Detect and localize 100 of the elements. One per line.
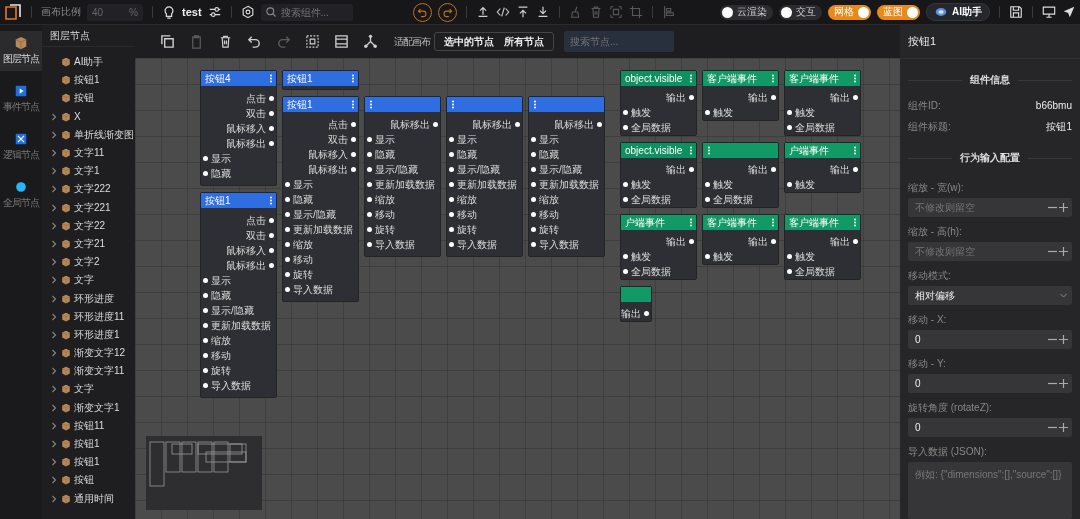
- tree-item[interactable]: 按钮: [42, 471, 135, 490]
- tree-item[interactable]: 环形进度: [42, 289, 135, 308]
- fit-option[interactable]: 选中的节点: [439, 34, 499, 49]
- graph-node[interactable]: 户端事件 输出 触发 全局数据: [620, 214, 697, 280]
- tree-item[interactable]: 渐变文字1: [42, 398, 135, 417]
- node-header[interactable]: 户端事件: [785, 143, 860, 158]
- port-label: 显示/隐藏: [457, 162, 500, 177]
- port-label: 输出: [666, 234, 686, 249]
- field-label: 导入数据 (JSON):: [908, 445, 988, 459]
- port-label: 输出: [748, 162, 768, 177]
- graph-node[interactable]: 按钮1 点击 双击 鼠标移入 鼠标移出 显示 隐藏 显示/隐藏 更新加载数据 缩放 移动 旋转 导入数据: [200, 192, 277, 398]
- graph-node[interactable]: 输出 触发 全局数据: [702, 142, 779, 208]
- node-header[interactable]: 按钮1: [201, 193, 276, 208]
- tree-item[interactable]: 文字1: [42, 162, 135, 181]
- node-header[interactable]: object.visible: [621, 71, 696, 86]
- node-title: 客户端事件: [789, 215, 839, 230]
- tree-item[interactable]: 文字221: [42, 198, 135, 217]
- node-header[interactable]: 按钮4: [201, 71, 276, 86]
- graph-node[interactable]: object.visible 输出 触发 全局数据: [620, 70, 697, 136]
- tree-item[interactable]: 通用时间: [42, 489, 135, 508]
- port-label: 鼠标移出: [472, 117, 512, 132]
- tree-item[interactable]: 文字222: [42, 180, 135, 199]
- number-field[interactable]: 0: [908, 330, 1072, 349]
- tree-item[interactable]: 文字2: [42, 253, 135, 272]
- port-label: 显示: [375, 132, 395, 147]
- sidebar-tab[interactable]: 事件节点: [0, 79, 42, 119]
- tree-item[interactable]: 文字: [42, 271, 135, 290]
- port-label: 双击: [246, 228, 266, 243]
- tree-item[interactable]: 文字11: [42, 143, 135, 163]
- node-header[interactable]: 客户端事件: [785, 215, 860, 230]
- sidebar-tab[interactable]: 全局节点: [0, 175, 42, 215]
- tree-item[interactable]: 环形进度1: [42, 325, 135, 344]
- tree-item[interactable]: 渐变文字12: [42, 344, 135, 363]
- graph-node[interactable]: 鼠标移出 显示 隐藏 显示/隐藏 更新加载数据 缩放 移动 旋转 导入数据: [446, 96, 523, 257]
- graph-node[interactable]: 鼠标移出 显示 隐藏 显示/隐藏 更新加载数据 缩放 移动 旋转 导入数据: [528, 96, 605, 257]
- number-field[interactable]: 0: [908, 418, 1072, 437]
- port-label: 显示/隐藏: [211, 303, 254, 318]
- port-label: 显示/隐藏: [293, 207, 336, 222]
- tree-item[interactable]: AI助手: [42, 53, 135, 72]
- graph-node[interactable]: 鼠标移出 显示 隐藏 显示/隐藏 更新加载数据 缩放 移动 旋转 导入数据: [364, 96, 441, 257]
- tree-item[interactable]: 文字: [42, 380, 135, 399]
- tree-item[interactable]: 文字22: [42, 216, 135, 235]
- fit-label: 适配画布: [394, 34, 430, 49]
- field-label: 组件标题:: [908, 119, 951, 134]
- node-title: 按钮1: [287, 97, 313, 112]
- port-label: 移动: [539, 207, 559, 222]
- port-label: 隐藏: [211, 166, 231, 181]
- graph-node[interactable]: 户端事件 输出 触发: [784, 142, 861, 193]
- node-header[interactable]: object.visible: [621, 143, 696, 158]
- port-label: 鼠标移入: [226, 243, 266, 258]
- port-label: 缩放: [211, 333, 231, 348]
- search-field[interactable]: 搜索组件...: [260, 3, 353, 21]
- graph-node[interactable]: 按钮1 点击 双击 鼠标移入 鼠标移出 显示 隐藏 显示/隐藏 更新加载数据 缩放 移动 旋转 导入数据: [282, 96, 359, 302]
- port-label: 缩放: [375, 192, 395, 207]
- tree-item[interactable]: 环形进度11: [42, 307, 135, 326]
- node-header[interactable]: 户端事件: [621, 215, 696, 230]
- sidebar-tab[interactable]: 图层节点: [0, 31, 42, 71]
- node-header[interactable]: 客户端事件: [703, 215, 778, 230]
- port-label: 输出: [748, 90, 768, 105]
- sidebar-tab[interactable]: 逻辑节点: [0, 127, 42, 167]
- tree-item[interactable]: 按钮11: [42, 416, 135, 435]
- port-label: 移动: [457, 207, 477, 222]
- port-label: 显示/隐藏: [539, 162, 582, 177]
- ai-assistant-button[interactable]: AI助手: [926, 3, 990, 21]
- tree-item[interactable]: 渐变文字11: [42, 362, 135, 381]
- tree-item[interactable]: 单折线渐变图: [42, 125, 135, 144]
- graph-node[interactable]: 客户端事件 输出 触发 全局数据: [784, 214, 861, 280]
- port-label: 鼠标移入: [226, 121, 266, 136]
- graph-node[interactable]: 客户端事件 输出 触发 全局数据: [784, 70, 861, 136]
- tree-item[interactable]: 按钮1: [42, 71, 135, 90]
- node-header[interactable]: 客户端事件: [703, 71, 778, 86]
- port-label: 移动: [211, 348, 231, 363]
- tree-item[interactable]: 按钮1: [42, 434, 135, 454]
- port-label: 隐藏: [539, 147, 559, 162]
- number-field[interactable]: 0: [908, 374, 1072, 393]
- graph-node[interactable]: 客户端事件 输出 触发: [702, 214, 779, 265]
- unit-label: %: [129, 6, 138, 18]
- port-label: 导入数据: [375, 237, 415, 252]
- toggle-switch[interactable]: 云渲染: [720, 4, 773, 20]
- graph-node[interactable]: 客户端事件 输出 触发: [702, 70, 779, 121]
- port-label: 双击: [328, 132, 348, 147]
- port-label: 触发: [795, 249, 815, 264]
- node-header[interactable]: 客户端事件: [785, 71, 860, 86]
- toggle-switch[interactable]: 交互: [779, 4, 822, 20]
- port-label: 点击: [328, 117, 348, 132]
- field-value: 按钮1: [1046, 119, 1072, 134]
- node-search-field[interactable]: 搜索节点...: [564, 31, 674, 52]
- tree-item[interactable]: 按钮1: [42, 453, 135, 472]
- tree-item[interactable]: 文字21: [42, 234, 135, 254]
- node-title: 按钮4: [205, 71, 231, 86]
- fit-option[interactable]: 所有节点: [499, 34, 549, 49]
- graph-node[interactable]: 输出: [620, 286, 652, 322]
- node-header[interactable]: 按钮1: [283, 97, 358, 112]
- select-field[interactable]: 相对偏移: [908, 286, 1072, 305]
- tree-item[interactable]: 按钮: [42, 89, 135, 108]
- json-field[interactable]: 例如: {"dimensions":[],"source":[]}: [908, 462, 1072, 519]
- graph-node[interactable]: object.visible 输出 触发 全局数据: [620, 142, 697, 208]
- graph-node[interactable]: 按钮4 点击 双击 鼠标移入 鼠标移出 显示 隐藏: [200, 70, 277, 186]
- tree-item[interactable]: X: [42, 107, 135, 126]
- node-title: 客户端事件: [707, 215, 757, 230]
